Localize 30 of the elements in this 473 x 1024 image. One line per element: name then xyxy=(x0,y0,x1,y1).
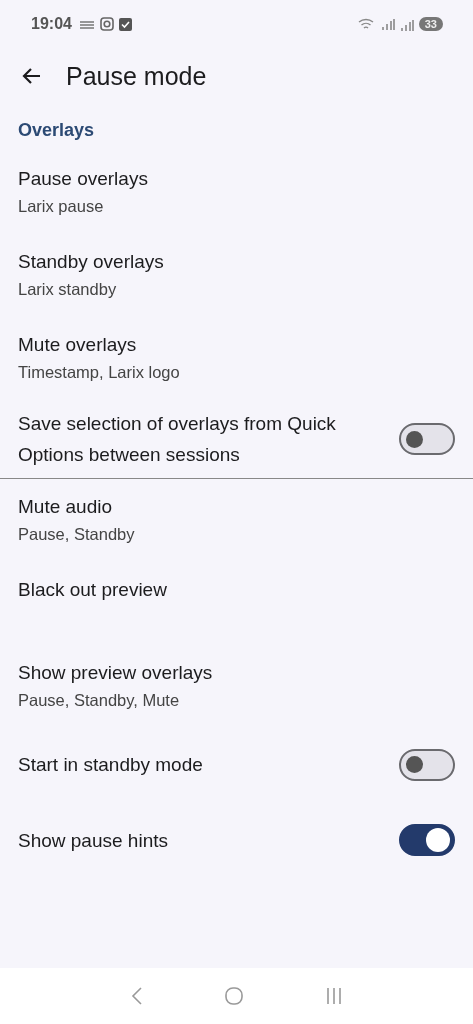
setting-title[interactable]: Show pause hints xyxy=(18,824,379,856)
setting-summary: Pause, Standby, Mute xyxy=(18,690,181,711)
home-icon[interactable] xyxy=(223,986,244,1006)
section-header: Overlays xyxy=(17,119,96,142)
setting-title[interactable]: Pause overlays xyxy=(18,163,455,194)
setting-title[interactable]: Black out preview xyxy=(18,574,455,605)
back-icon[interactable] xyxy=(130,986,143,1006)
notification-icon xyxy=(78,19,95,29)
toggle-switch[interactable] xyxy=(399,824,455,856)
status-time: 19:04 xyxy=(31,15,72,33)
setting-summary: Pause, Standby xyxy=(18,524,136,545)
screen-title: Pause mode xyxy=(66,61,207,91)
signal-icon xyxy=(399,17,414,31)
wifi-icon xyxy=(357,17,376,31)
camera-icon xyxy=(99,17,114,31)
back-arrow-icon[interactable] xyxy=(22,66,42,86)
setting-title[interactable]: Start in standby mode xyxy=(18,749,379,780)
checkbox-icon xyxy=(118,17,132,31)
setting-title[interactable]: Mute audio xyxy=(18,491,455,522)
setting-summary: Larix standby xyxy=(18,279,118,300)
setting-summary: Timestamp, Larix logo xyxy=(18,362,181,383)
setting-title[interactable]: Show preview overlays xyxy=(18,657,455,688)
setting-summary: Larix pause xyxy=(18,196,105,217)
battery-indicator: 33 xyxy=(418,17,443,31)
setting-title[interactable]: Save selection of overlays from Quick Options between sessions xyxy=(18,408,379,470)
setting-title[interactable]: Mute overlays xyxy=(18,329,455,360)
signal-icon xyxy=(380,18,395,30)
toggle-switch[interactable] xyxy=(399,423,455,455)
toggle-switch[interactable] xyxy=(399,748,455,781)
setting-title[interactable]: Standby overlays xyxy=(18,246,455,277)
